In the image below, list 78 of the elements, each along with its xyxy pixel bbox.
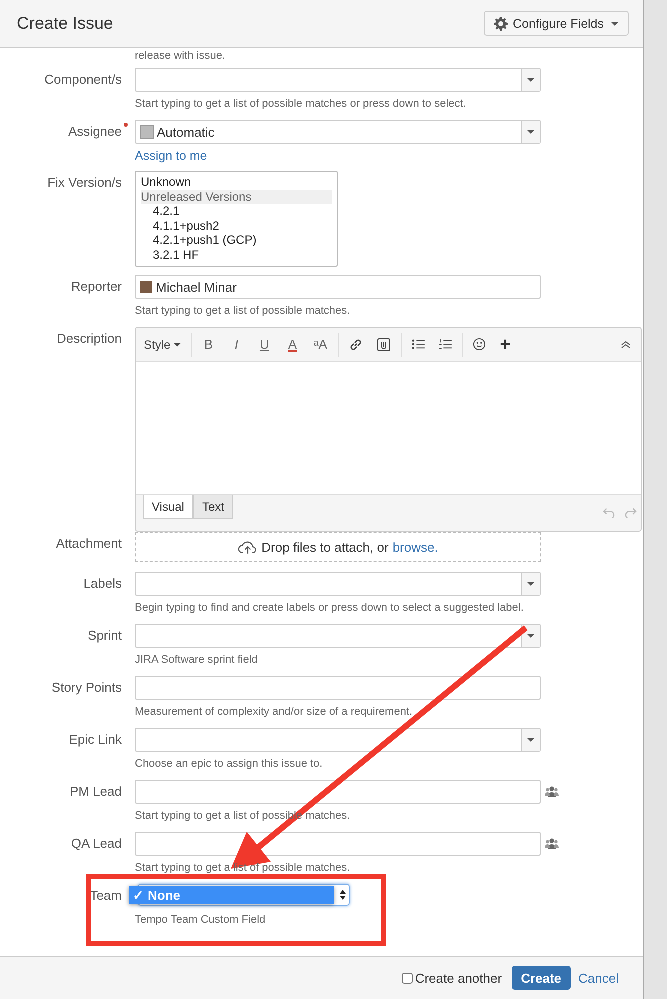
format-button[interactable]: B bbox=[198, 337, 220, 352]
select-field[interactable] bbox=[135, 68, 541, 92]
field-label: QA Lead bbox=[71, 836, 122, 851]
gear-icon bbox=[494, 16, 508, 30]
field-label: Reporter bbox=[71, 279, 122, 294]
field-hint: Start typing to get a list of possible matches. bbox=[135, 304, 352, 318]
option-group-header: Unreleased Versions bbox=[141, 190, 332, 204]
collapse-icon[interactable] bbox=[621, 340, 631, 348]
version-list[interactable]: Unknown Unreleased Versions 4.2.1 4.1.1+push2 4.2.1+push1 (GCP) 3.2.1 HF bbox=[135, 171, 338, 267]
create-another-checkbox[interactable] bbox=[402, 972, 414, 984]
field-hint: Tempo Team Custom Field bbox=[135, 913, 267, 927]
select-field[interactable]: Automatic bbox=[135, 120, 541, 144]
style-dropdown[interactable]: Style bbox=[140, 338, 185, 352]
list-option[interactable]: 3.2.1 HF bbox=[141, 248, 332, 262]
format-button[interactable]: I bbox=[226, 337, 248, 352]
field-label: PM Lead bbox=[70, 784, 122, 799]
configure-fields-button[interactable]: Configure Fields bbox=[484, 11, 629, 36]
people-icon[interactable] bbox=[545, 786, 559, 798]
dialog-title: Create Issue bbox=[17, 14, 114, 34]
link-icon[interactable] bbox=[348, 338, 363, 352]
list-option[interactable]: 4.2.1 bbox=[141, 204, 332, 218]
field-hint: JIRA Software sprint field bbox=[135, 653, 259, 667]
caret-icon bbox=[527, 78, 535, 82]
attachment-drop-zone[interactable]: Drop files to attach, or browse. bbox=[135, 532, 541, 562]
create-button[interactable]: Create bbox=[512, 966, 571, 990]
field-hint: release with issue. bbox=[135, 50, 226, 64]
input-field[interactable]: Michael Minar bbox=[135, 275, 541, 299]
smiley-icon[interactable] bbox=[472, 338, 486, 351]
input-field[interactable] bbox=[135, 780, 541, 804]
field-label: Description bbox=[56, 331, 122, 346]
format-button[interactable]: A bbox=[282, 337, 304, 352]
field-label: Component/s bbox=[44, 72, 122, 87]
input-field[interactable] bbox=[135, 676, 541, 700]
format-button[interactable]: ᵃA bbox=[310, 337, 332, 352]
input-field[interactable] bbox=[135, 832, 541, 856]
field-label: Sprint bbox=[88, 628, 122, 643]
stepper-arrows-icon bbox=[340, 890, 346, 900]
field-label: Assignee bbox=[68, 124, 122, 139]
field-label: Epic Link bbox=[69, 732, 122, 747]
caret-icon bbox=[611, 22, 619, 26]
field-label: Team bbox=[90, 888, 122, 903]
caret-icon bbox=[527, 634, 535, 638]
plus-icon[interactable] bbox=[500, 339, 511, 350]
editor-tab[interactable]: Visual bbox=[143, 495, 194, 519]
bullet-list-icon[interactable] bbox=[412, 339, 425, 350]
field-value: Automatic bbox=[157, 124, 215, 140]
numbered-list-icon[interactable] bbox=[438, 339, 452, 350]
list-option[interactable]: 4.2.1+push1 (GCP) bbox=[141, 233, 332, 248]
avatar-icon bbox=[140, 125, 154, 139]
select-field[interactable] bbox=[135, 624, 541, 648]
field-label: Labels bbox=[84, 576, 122, 591]
avatar-icon bbox=[140, 281, 152, 293]
field-label: Fix Version/s bbox=[48, 175, 122, 190]
field-label: Story Points bbox=[52, 680, 122, 695]
format-button[interactable]: U bbox=[254, 337, 276, 352]
caret-icon bbox=[527, 130, 535, 134]
cloud-upload-icon bbox=[238, 540, 258, 554]
field-label: Attachment bbox=[56, 536, 122, 551]
select-field[interactable] bbox=[135, 572, 541, 596]
cancel-link[interactable]: Cancel bbox=[578, 970, 619, 986]
field-hint: Start typing to get a list of possible matches or press down to select. bbox=[135, 97, 468, 111]
assign-to-me-link[interactable]: Assign to me bbox=[135, 149, 541, 163]
caret-icon bbox=[527, 738, 535, 742]
people-icon[interactable] bbox=[545, 838, 559, 850]
field-hint: Begin typing to find and create labels or press down to select a suggested label. bbox=[135, 601, 525, 615]
caret-icon bbox=[174, 342, 181, 346]
list-option[interactable]: 4.1.1+push2 bbox=[141, 218, 332, 233]
select-field[interactable] bbox=[135, 728, 541, 752]
checkbox-label: Create another bbox=[415, 970, 502, 986]
browse-link[interactable]: browse. bbox=[392, 540, 438, 554]
field-hint: Choose an epic to assign this issue to. bbox=[135, 757, 324, 771]
caret-icon bbox=[527, 582, 535, 586]
list-option[interactable]: Unknown bbox=[141, 175, 332, 190]
drop-text: Drop files to attach, or bbox=[262, 540, 389, 554]
paperclip-icon[interactable] bbox=[376, 338, 391, 352]
editor-tab[interactable]: Text bbox=[193, 495, 234, 519]
field-hint: Measurement of complexity and/or size of a requirement. bbox=[135, 705, 414, 719]
option-text: None bbox=[148, 888, 180, 902]
